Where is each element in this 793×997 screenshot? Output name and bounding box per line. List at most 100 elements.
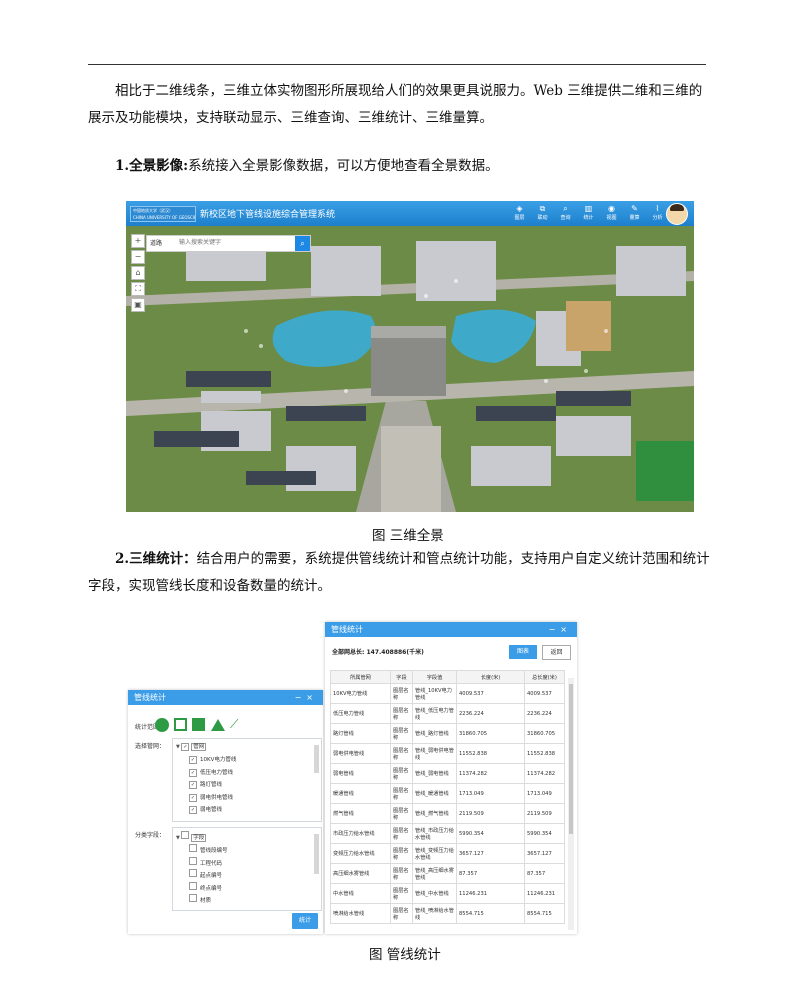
zoom-in-button[interactable]: + <box>131 234 145 248</box>
field-checkbox[interactable] <box>189 856 197 865</box>
field-checkbox[interactable] <box>189 869 197 877</box>
field-item[interactable]: 管线段编号 <box>189 844 228 854</box>
field-item[interactable]: 终点编号 <box>189 881 222 892</box>
user-avatar[interactable] <box>666 203 688 225</box>
search-bar: 道路 ⌕ <box>146 235 311 252</box>
field-checkbox[interactable] <box>189 844 197 852</box>
table-cell: 31860.705 <box>524 723 565 744</box>
line-select-icon[interactable]: ⟋ <box>230 718 238 731</box>
table-row[interactable]: 市政压力给水管线 图层名称 管线_市政压力给水管线 5990.354 5990.354 <box>330 823 565 844</box>
layer-checkbox[interactable]: ✓ <box>189 806 197 814</box>
2d-3d-toggle[interactable]: ▣ <box>131 298 145 312</box>
table-cell: 高压细水雾管线 <box>330 863 391 884</box>
home-icon[interactable]: ⌂ <box>131 266 145 280</box>
polygon-select-icon[interactable] <box>192 718 205 731</box>
table-cell: 11246.231 <box>524 883 565 904</box>
toolbar-query-button[interactable]: ⌕ 查询 <box>554 203 577 222</box>
back-button[interactable]: 返回 <box>542 645 571 660</box>
table-cell: 管线_燃气管线 <box>412 803 457 824</box>
toolbar-layers-button[interactable]: ◈ 图层 <box>508 203 531 222</box>
intro-paragraph: 相比于二维线条，三维立体实物图形所展现给人们的效果更具说服力。Web 三维提供二… <box>88 83 703 126</box>
table-row[interactable]: 10KV电力管线 图层名称 管线_10KV电力管线 4009.537 4009.537 <box>330 683 565 704</box>
field-item[interactable]: 工程代码 <box>189 856 222 867</box>
table-cell: 管线_喷淋给水管线 <box>412 903 457 924</box>
layer-tree: ▼ ✓ 管网 ✓ 10KV电力管线 ✓ 低压电力管线 ✓ 路灯管线 ✓ 弱电供电管线 ✓ 弱电管线 <box>172 738 322 822</box>
table-header[interactable]: 长度(米) <box>456 670 525 684</box>
toolbar-stats-button[interactable]: ▥ 统计 <box>577 203 600 222</box>
table-row[interactable]: 变频压力给水管线 图层名称 管线_变频压力给水管线 3657.127 3657.127 <box>330 843 565 864</box>
globe-icon[interactable] <box>155 718 169 732</box>
layer-item[interactable]: ✓ 低压电力管线 <box>189 768 233 777</box>
table-cell: 中水管线 <box>330 883 391 904</box>
layer-item-label: 弱电供电管线 <box>200 794 234 801</box>
table-cell: 8554.715 <box>524 903 565 924</box>
query-icon: ⌕ <box>563 204 568 213</box>
table-row[interactable]: 喷淋给水管线 图层名称 管线_喷淋给水管线 8554.715 8554.715 <box>330 903 565 924</box>
table-row[interactable]: 弱电供电管线 图层名称 管线_弱电供电管线 11552.838 11552.838 <box>330 743 565 764</box>
table-cell: 5990.354 <box>456 823 525 844</box>
table-row[interactable]: 暖通管线 图层名称 管线_暖通管线 1713.049 1713.049 <box>330 783 565 804</box>
pentagon-select-icon[interactable] <box>211 719 225 731</box>
table-row[interactable]: 燃气管线 图层名称 管线_燃气管线 2119.509 2119.509 <box>330 803 565 824</box>
map-controls: + − ⌂ ⛶ ▣ <box>131 234 145 314</box>
toolbar-eye-button[interactable]: ◉ 视图 <box>600 203 623 222</box>
layer-checkbox[interactable]: ✓ <box>189 756 197 764</box>
result-scrollbar[interactable] <box>568 678 574 930</box>
table-cell: 4009.537 <box>456 683 525 704</box>
table-cell: 图层名称 <box>390 763 413 784</box>
table-cell: 管线_弱电管线 <box>412 763 457 784</box>
layers-icon: ◈ <box>516 204 523 213</box>
field-item-label: 材质 <box>200 898 212 904</box>
table-row[interactable]: 高压细水雾管线 图层名称 管线_高压细水雾管线 87.357 87.357 <box>330 863 565 884</box>
search-input[interactable] <box>179 238 289 248</box>
search-type-select[interactable]: 道路 <box>150 238 162 247</box>
table-cell: 图层名称 <box>390 823 413 844</box>
field-checkbox[interactable] <box>189 894 197 902</box>
panel-controls[interactable]: −× <box>295 690 318 705</box>
field-checkbox[interactable] <box>189 881 197 890</box>
layer-item[interactable]: ✓ 路灯管线 <box>189 780 222 789</box>
statistics-button[interactable]: 统计 <box>292 913 318 929</box>
university-logo: 中国地质大学（武汉） CHINA UNIVERSITY OF GEOSCIENC… <box>130 206 196 222</box>
table-cell: 图层名称 <box>390 683 413 704</box>
fullscreen-icon[interactable]: ⛶ <box>131 282 145 296</box>
layer-checkbox[interactable]: ✓ <box>189 793 197 802</box>
layer-checkbox[interactable]: ✓ <box>189 781 197 789</box>
field-tree: ▼ 字段 管线段编号工程代码起点编号终点编号材质 <box>172 827 322 911</box>
table-header[interactable]: 所属管网 <box>330 670 391 684</box>
field-label: 分类字段： <box>135 832 166 839</box>
table-cell: 图层名称 <box>390 703 413 724</box>
chart-button[interactable]: 图表 <box>509 645 537 659</box>
rectangle-select-icon[interactable] <box>174 718 187 731</box>
table-cell: 市政压力给水管线 <box>330 823 391 844</box>
layer-item[interactable]: ✓ 10KV电力管线 <box>189 755 236 764</box>
layer-item[interactable]: ✓ 弱电供电管线 <box>189 793 233 802</box>
table-cell: 1713.049 <box>524 783 565 804</box>
field-item[interactable]: 起点编号 <box>189 869 222 879</box>
layer-scrollbar[interactable] <box>314 745 319 773</box>
layer-checkbox[interactable]: ✓ <box>189 768 197 777</box>
field-root[interactable]: ▼ 字段 <box>176 831 207 842</box>
table-row[interactable]: 低压电力管线 图层名称 管线_低压电力管线 2236.224 2236.224 <box>330 703 565 724</box>
table-header[interactable]: 字段 <box>390 670 413 684</box>
toolbar-measure-button[interactable]: ✎ 量算 <box>623 203 646 222</box>
link-icon: ⧉ <box>539 204 546 213</box>
field-item[interactable]: 材质 <box>189 894 211 904</box>
zoom-out-button[interactable]: − <box>131 250 145 264</box>
panel-title: 管线统计 <box>134 693 166 702</box>
table-cell: 管线_中水管线 <box>412 883 457 904</box>
search-icon[interactable]: ⌕ <box>295 236 310 251</box>
table-cell: 低压电力管线 <box>330 703 391 724</box>
table-row[interactable]: 弱电管线 图层名称 管线_弱电管线 11374.282 11374.282 <box>330 763 565 784</box>
table-header[interactable]: 总长度(米) <box>524 670 565 684</box>
table-cell: 图层名称 <box>390 843 413 864</box>
table-row[interactable]: 中水管线 图层名称 管线_中水管线 11246.231 11246.231 <box>330 883 565 904</box>
table-row[interactable]: 路灯管线 图层名称 管线_路灯管线 31860.705 31860.705 <box>330 723 565 744</box>
table-cell: 管线_10KV电力管线 <box>412 683 457 704</box>
toolbar-link-button[interactable]: ⧉ 联动 <box>531 203 554 222</box>
layer-item[interactable]: ✓ 弱电管线 <box>189 805 222 814</box>
table-header[interactable]: 字段值 <box>412 670 457 684</box>
field-scrollbar[interactable] <box>314 834 319 874</box>
layer-root[interactable]: ▼ ✓ 管网 <box>176 742 207 751</box>
result-panel-controls[interactable]: −× <box>549 622 572 637</box>
